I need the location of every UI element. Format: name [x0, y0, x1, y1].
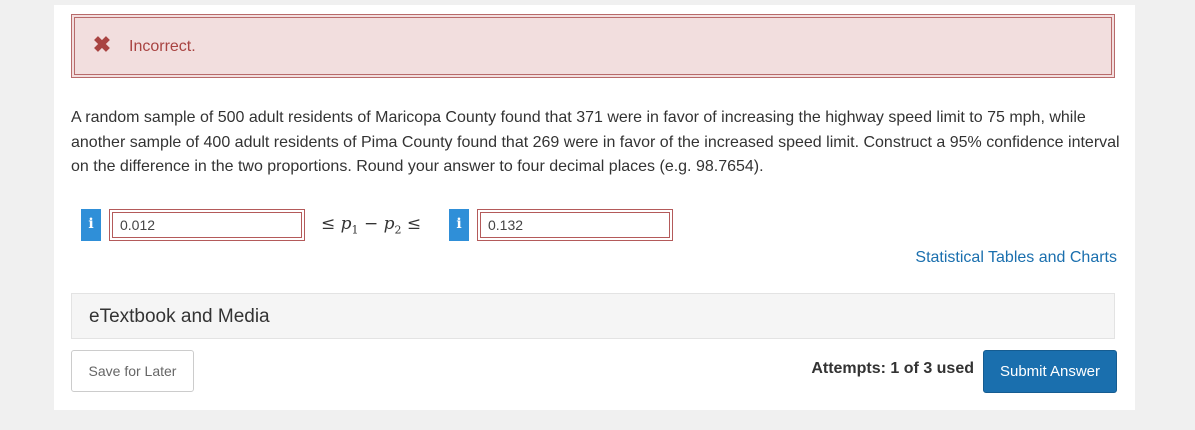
close-icon: ✖: [92, 32, 112, 57]
save-for-later-button[interactable]: Save for Later: [71, 350, 194, 392]
interval-expression: ≤ p1 − p2 ≤: [321, 214, 422, 237]
alert-message: Incorrect.: [129, 38, 196, 55]
incorrect-alert: ✖ Incorrect.: [71, 14, 1115, 78]
info-icon[interactable]: i: [81, 209, 101, 241]
statistical-tables-link[interactable]: Statistical Tables and Charts: [915, 249, 1117, 267]
submit-answer-button[interactable]: Submit Answer: [983, 350, 1117, 393]
upper-bound-input[interactable]: 0.132: [477, 209, 673, 241]
attempts-counter: Attempts: 1 of 3 used: [811, 360, 974, 377]
info-icon[interactable]: i: [449, 209, 469, 241]
lower-bound-input[interactable]: 0.012: [109, 209, 305, 241]
etextbook-media-panel[interactable]: eTextbook and Media: [71, 293, 1115, 339]
question-text: A random sample of 500 adult residents o…: [71, 109, 1120, 175]
